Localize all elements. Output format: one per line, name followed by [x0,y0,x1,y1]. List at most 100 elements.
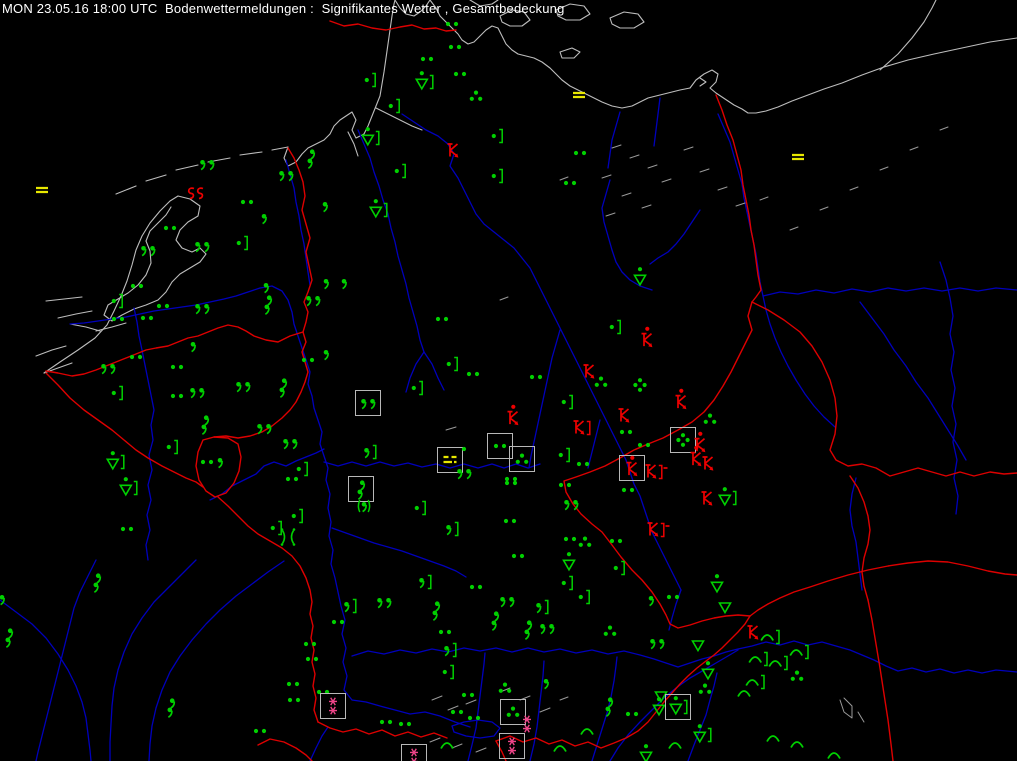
wx-dots2-icon [467,715,481,721]
wx-k-icon [618,408,630,423]
wx-dot-bracket-icon [236,235,248,251]
wx-arc-icon [580,728,594,735]
wx-dots3-icon [500,699,526,725]
wx-k-bracket-dash-icon [645,464,668,480]
wx-comma2-icon [355,390,381,416]
wx-comma2-icon [540,624,555,635]
wx-dot-bracket-icon [291,508,303,524]
wx-comma2-icon [377,598,392,609]
wx-dots2-icon [286,681,300,687]
wx-dots2-icon [303,641,317,647]
coastline-layer [35,0,1017,374]
wx-shower-dot-icon [701,661,715,681]
wx-arc-icon [440,742,454,749]
wx-shower-dot-icon [710,574,724,594]
wx-dots3-icon [603,625,617,636]
wx-dots3-icon [594,376,608,387]
wx-arc-icon [827,752,841,759]
wx-dots2-icon [511,553,525,559]
wx-shower-dot-bracket-icon [414,71,434,91]
wx-snow2-icon [320,693,346,719]
wx-comma-icon [323,279,329,290]
wx-dots2-icon [420,56,434,62]
wx-k-bracket-dash-icon [647,522,670,538]
wx-dots2-icon [129,354,143,360]
wx-dot-bracket-icon [411,380,423,396]
wx-comma-bracket-icon [446,521,459,537]
wx-dots2-icon [240,199,254,205]
wx-dot-bracket-icon [296,461,308,477]
wx-k-dot-icon [675,388,687,410]
wx-dot-bracket-icon [111,385,123,401]
wx-dots2-icon [466,371,480,377]
wx-dots3-icon [578,536,592,547]
wx-dots3-icon [469,90,483,101]
wx-shower-icon [691,640,705,653]
wx-shower-dot-icon [639,744,653,761]
wx-dot-bracket-icon [446,356,458,372]
wx-dots2-icon [619,429,633,435]
wx-shower-dot-bracket-icon [665,694,691,720]
wx-shower-dot-bracket-icon [368,199,388,219]
wx-comma2-icon [190,388,205,399]
wx-dots2-icon [287,697,301,703]
wx-comma-icon [323,350,329,361]
wx-k-icon [701,491,713,506]
wx-k-dot-icon [507,404,519,426]
wx-comma2-icon [306,296,321,307]
wx-comma2-icon [236,382,251,393]
wx-dot-bracket-icon [414,500,426,516]
wx-dots2-icon [453,71,467,77]
wx-dots2-icon [398,721,412,727]
wx-dots2-icon [621,487,635,493]
wx-comma2v-icon [432,601,441,621]
wx-dots2-icon [609,538,623,544]
wx-comma2-icon [500,597,515,608]
wx-dots2-icon [487,433,513,459]
wx-comma2v-icon [264,295,273,315]
wx-dot-bracket-icon [578,589,590,605]
wx-comma2-icon [283,439,298,450]
wx-comma-icon [648,596,654,607]
wx-dots2-icon [170,364,184,370]
wx-comma-icon [261,214,267,225]
wx-comma-icon [190,342,196,353]
wx-dot-bracket-icon [166,439,178,455]
wx-dots2-icon [445,21,459,27]
wx-k-icon [583,364,595,379]
wx-arc-icon [668,742,682,749]
wx-dot-bracket-icon [609,319,621,335]
wx-shower-dot-icon [633,267,647,287]
wx-snow2-icon [401,744,427,761]
wx-fog-broken-icon [437,447,463,473]
wx-dots2-icon [379,719,393,725]
wx-dots2-icon [200,459,214,465]
wx-dot-bracket-icon [558,447,570,463]
wx-k-icon [747,625,759,640]
wx-shower-dot-bracket-icon [360,127,380,147]
wx-dots2-icon [563,180,577,186]
wx-arc-bracket-icon [748,651,768,667]
wx-dots2-icon [573,150,587,156]
station-layer [0,21,841,761]
wx-shower-dot-bracket-icon [118,477,138,497]
wx-dot-bracket-icon [613,560,625,576]
wx-comma2v-icon [167,698,176,718]
wx-comma2-icon [257,424,272,435]
wx-comma2v-icon [93,573,102,593]
wx-comma2v-icon [279,378,288,398]
wx-dots4-icon [633,378,647,392]
wx-k-bracket-icon [573,420,591,436]
wx-dot-bracket-icon [364,72,376,88]
wx-dots3-icon [698,683,712,694]
wx-comma2-icon [457,469,472,480]
wx-dots2-icon [461,692,475,698]
wx-k-icon [702,456,714,471]
wx-dots2-icon [156,303,170,309]
wx-fog-icon [36,186,48,194]
wx-comma-bracket-icon [344,598,357,614]
wx-dots2-icon [504,476,518,482]
wx-k-dot-icon [690,445,702,467]
river-layer [0,97,1017,761]
wx-dots2-icon [625,711,639,717]
